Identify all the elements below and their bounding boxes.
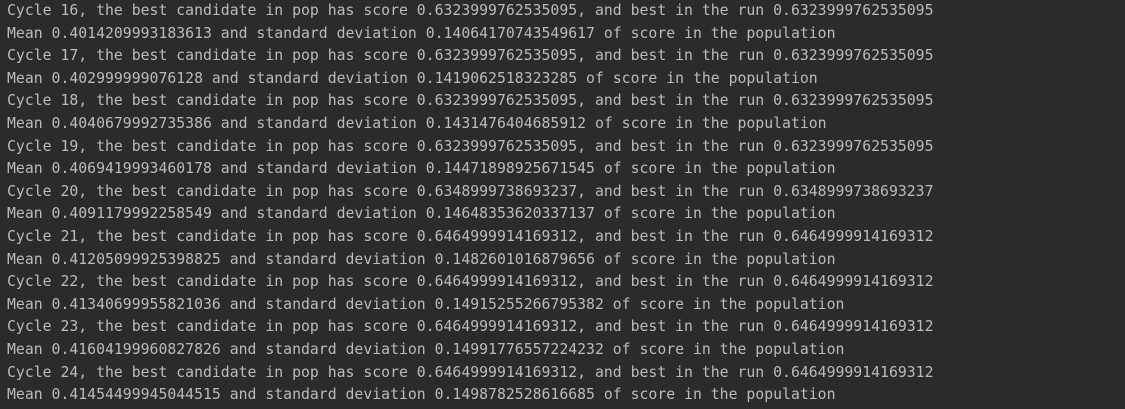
console-line-cycle-23: Cycle 23, the best candidate in pop has … xyxy=(7,318,934,336)
console-line-cycle-16: Cycle 16, the best candidate in pop has … xyxy=(7,2,934,19)
console-output[interactable]: Cycle 16, the best candidate in pop has … xyxy=(0,0,1125,409)
console-line-cycle-21: Cycle 21, the best candidate in pop has … xyxy=(7,227,934,245)
console-line-cycle-17: Cycle 17, the best candidate in pop has … xyxy=(7,47,934,65)
console-line-mean-19: Mean 0.4069419993460178 and standard dev… xyxy=(7,160,836,178)
console-line-mean-17: Mean 0.402999999076128 and standard devi… xyxy=(7,69,818,87)
console-line-cycle-19: Cycle 19, the best candidate in pop has … xyxy=(7,137,934,155)
console-line-mean-23: Mean 0.41604199960827826 and standard de… xyxy=(7,340,845,358)
console-line-cycle-18: Cycle 18, the best candidate in pop has … xyxy=(7,92,934,110)
console-line-mean-20: Mean 0.4091179992258549 and standard dev… xyxy=(7,205,836,223)
console-line-cycle-20: Cycle 20, the best candidate in pop has … xyxy=(7,182,934,200)
console-line-mean-16: Mean 0.4014209993183613 and standard dev… xyxy=(7,24,836,42)
console-line-mean-18: Mean 0.4040679992735386 and standard dev… xyxy=(7,114,827,132)
console-line-mean-22: Mean 0.41340699955821036 and standard de… xyxy=(7,295,845,313)
console-line-mean-24: Mean 0.41454499945044515 and standard de… xyxy=(7,386,836,404)
console-line-cycle-24: Cycle 24, the best candidate in pop has … xyxy=(7,363,934,381)
console-line-mean-21: Mean 0.41205099925398825 and standard de… xyxy=(7,250,836,268)
console-line-cycle-22: Cycle 22, the best candidate in pop has … xyxy=(7,273,934,291)
